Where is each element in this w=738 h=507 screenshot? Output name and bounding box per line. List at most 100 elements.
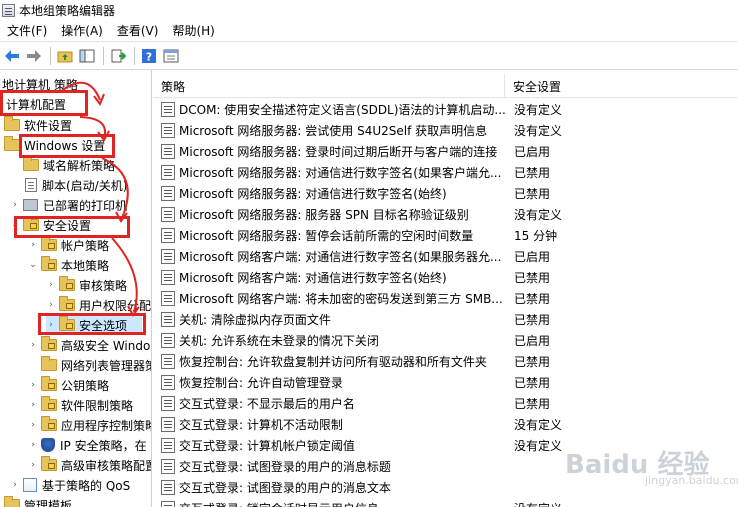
tree-item-admin-templates[interactable]: 管理模板 [4, 495, 72, 507]
policy-setting-value: 已启用 [514, 250, 551, 264]
tree-item-user-rights-assignment[interactable]: › 用户权限分配 [46, 295, 151, 315]
policy-row[interactable]: Microsoft 网络服务器: 尝试使用 S4U2Self 获取声明信息 没有定… [153, 120, 738, 141]
expand-arrow-icon[interactable]: › [46, 300, 56, 310]
policy-row[interactable]: 交互式登录: 计算机不活动限制 没有定义 [153, 414, 738, 435]
tree-item-label: 基于策略的 QoS [42, 478, 131, 493]
policy-row[interactable]: Microsoft 网络客户端: 对通信进行数字签名(始终) 已禁用 [153, 267, 738, 288]
policy-setting-value: 没有定义 [514, 124, 563, 138]
tree-item-deployed-printers[interactable]: › 已部署的打印机 [10, 195, 127, 215]
expand-arrow-icon[interactable]: › [28, 240, 38, 250]
expand-arrow-icon[interactable]: › [28, 460, 38, 470]
policy-row[interactable]: Microsoft 网络服务器: 登录时间过期后断开与客户端的连接 已启用 [153, 141, 738, 162]
tree-item-public-key-policies[interactable]: › 公钥策略 [28, 375, 109, 395]
show-hide-tree-icon[interactable] [77, 46, 97, 66]
policy-setting-value: 已禁用 [514, 271, 551, 285]
tree-item-scripts[interactable]: 脚本(启动/关机) [10, 175, 127, 195]
expand-arrow-icon[interactable]: › [28, 400, 38, 410]
tree-item-audit-policy[interactable]: › 审核策略 [46, 275, 127, 295]
security-folder-icon [59, 296, 75, 311]
policy-setting-value: 没有定义 [514, 208, 563, 222]
back-arrow-icon[interactable] [2, 46, 22, 66]
tree-item-software-settings[interactable]: 软件设置 [4, 115, 72, 135]
ip-security-shield-icon [41, 438, 55, 452]
column-header-policy[interactable]: 策略 [153, 74, 505, 98]
policy-row[interactable]: 恢复控制台: 允许自动管理登录 已禁用 [153, 372, 738, 393]
policy-row[interactable]: Microsoft 网络客户端: 对通信进行数字签名(如果服务器允... 已启用 [153, 246, 738, 267]
policy-row[interactable]: Microsoft 网络服务器: 暂停会话前所需的空闲时间数量 15 分钟 [153, 225, 738, 246]
security-folder-icon [41, 416, 57, 431]
tree-item-network-list-manager[interactable]: 网络列表管理器策略 [28, 355, 151, 375]
policy-name: Microsoft 网络服务器: 服务器 SPN 目标名称验证级别 [179, 208, 469, 222]
policy-document-icon [161, 438, 175, 453]
expand-arrow-icon[interactable]: › [28, 420, 38, 430]
column-header-security-setting[interactable]: 安全设置 [505, 74, 738, 98]
policy-setting-value: 已禁用 [514, 376, 551, 390]
policy-list-header: 策略 安全设置 [153, 74, 738, 98]
tree-item-policy-based-qos[interactable]: › 基于策略的 QoS [10, 475, 130, 495]
policy-row[interactable]: 关机: 清除虚拟内存页面文件 已禁用 [153, 309, 738, 330]
policy-setting-value: 没有定义 [514, 103, 563, 117]
expand-arrow-icon[interactable]: › [10, 480, 20, 490]
security-folder-icon [41, 376, 57, 391]
policy-document-icon [161, 123, 175, 138]
policy-document-icon [161, 501, 175, 507]
tree-item-ip-security[interactable]: › IP 安全策略，在 [28, 435, 147, 455]
tree-item-windows-firewall[interactable]: › 高级安全 Windows [28, 335, 151, 355]
expand-arrow-icon[interactable]: › [10, 200, 20, 210]
policy-row[interactable]: Microsoft 网络服务器: 对通信进行数字签名(如果客户端允... 已禁用 [153, 162, 738, 183]
security-folder-icon [41, 256, 57, 271]
folder-open-icon [4, 136, 20, 151]
tree-item-label: 本地策略 [61, 258, 110, 273]
tree-item-name-resolution-policy[interactable]: 域名解析策略 [10, 155, 115, 175]
menu-help[interactable]: 帮助(H) [165, 20, 221, 42]
policy-row[interactable]: 交互式登录: 不显示最后的用户名 已禁用 [153, 393, 738, 414]
folder-up-icon[interactable] [55, 46, 75, 66]
help-icon[interactable]: ? [139, 46, 159, 66]
security-folder-icon [41, 396, 57, 411]
policy-row[interactable]: 恢复控制台: 允许软盘复制并访问所有驱动器和所有文件夹 已禁用 [153, 351, 738, 372]
tree-item-label: 软件限制策略 [61, 398, 134, 413]
menu-action[interactable]: 操作(A) [54, 20, 110, 42]
expand-arrow-icon[interactable]: › [46, 280, 56, 290]
menu-view[interactable]: 查看(V) [110, 20, 166, 42]
policy-name: 交互式登录: 锁定会话时显示用户信息 [179, 500, 507, 507]
window-title: 本地组策略编辑器 [19, 3, 116, 18]
menu-file[interactable]: 文件(F) [0, 20, 54, 42]
title-bar: 本地组策略编辑器 [0, 0, 738, 20]
policy-name: Microsoft 网络服务器: 尝试使用 S4U2Self 获取声明信息 [179, 124, 488, 138]
tree-item-account-policies[interactable]: › 帐户策略 [28, 235, 109, 255]
policy-document-icon [161, 333, 175, 348]
security-folder-icon [41, 336, 57, 351]
policy-row[interactable]: 关机: 允许系统在未登录的情况下关闭 已启用 [153, 330, 738, 351]
tree-item-label: 公钥策略 [61, 378, 110, 393]
export-list-icon[interactable] [108, 46, 128, 66]
tree-item-label: 高级审核策略配置 [61, 458, 152, 473]
folder-icon [4, 116, 20, 131]
tree-item-label: 应用程序控制策略 [61, 418, 152, 433]
policy-setting-value: 已禁用 [514, 292, 551, 306]
expand-arrow-icon[interactable]: › [28, 380, 38, 390]
policy-name: 关机: 清除虚拟内存页面文件 [179, 313, 331, 327]
properties-icon[interactable] [161, 46, 181, 66]
tree-item-advanced-audit[interactable]: › 高级审核策略配置 [28, 455, 152, 475]
policy-row[interactable]: Microsoft 网络服务器: 对通信进行数字签名(始终) 已禁用 [153, 183, 738, 204]
policy-row[interactable]: DCOM: 使用安全描述符定义语言(SDDL)语法的计算机启动... 没有定义 [153, 99, 738, 120]
policy-row[interactable]: 交互式登录: 锁定会话时显示用户信息没有定义 [153, 498, 738, 507]
tree-item-label: IP 安全策略，在 [60, 438, 147, 453]
tree-item-label: 网络列表管理器策略 [61, 358, 151, 373]
policy-row[interactable]: Microsoft 网络服务器: 服务器 SPN 目标名称验证级别 没有定义 [153, 204, 738, 225]
tree-item-software-restriction[interactable]: › 软件限制策略 [28, 395, 133, 415]
folder-icon [41, 356, 57, 371]
tree-item-app-control[interactable]: › 应用程序控制策略 [28, 415, 152, 435]
policy-setting-value: 没有定义 [514, 418, 563, 432]
expand-arrow-icon[interactable]: › [28, 340, 38, 350]
policy-setting-value: 没有定义 [507, 500, 562, 507]
tree-item-local-policies[interactable]: ⌄ 本地策略 [28, 255, 109, 275]
expand-arrow-icon[interactable]: › [28, 440, 38, 450]
policy-document-icon [161, 186, 175, 201]
collapse-arrow-icon[interactable]: ⌄ [28, 260, 38, 270]
policy-row[interactable]: Microsoft 网络客户端: 将未加密的密码发送到第三方 SMB... 已禁用 [153, 288, 738, 309]
tree-item-label: 脚本(启动/关机) [42, 178, 128, 193]
highlight-box-computer-configuration [0, 90, 88, 116]
forward-arrow-icon[interactable] [24, 46, 44, 66]
